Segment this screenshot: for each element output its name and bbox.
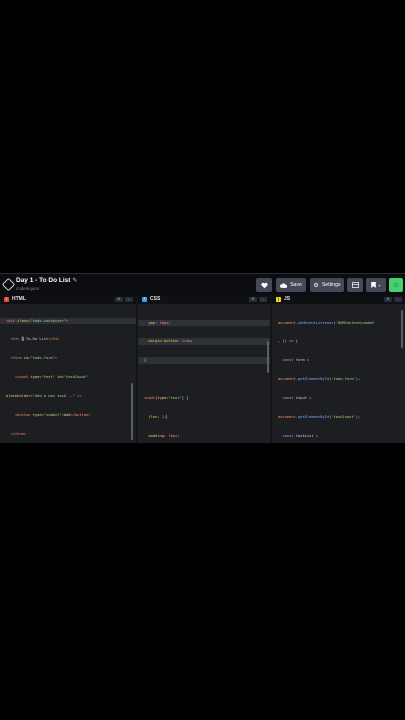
bookmark-icon [371, 282, 377, 288]
codepen-logo-icon[interactable] [1, 277, 16, 292]
code-line: input[type="text"] { [144, 396, 189, 401]
code-line: <h1> ▒ To-Do List</h1> [10, 337, 60, 342]
code-line: padding: 10px; [148, 433, 180, 438]
chevron-down-icon[interactable]: ⌄ [259, 297, 267, 302]
js-panel[interactable]: (JS ⚙ ⌄ document.addEventListener('DOMCon… [272, 295, 405, 443]
html-editor[interactable]: <div class="todo-container"> <h1> ▒ To-D… [0, 305, 136, 443]
css-editor[interactable]: gap: 10px; margin-bottom: 1rem; } input[… [138, 307, 270, 443]
js-scrollbar[interactable] [401, 310, 403, 348]
save-label: Save [290, 282, 302, 288]
code-line: <div class="todo-container"> [0, 317, 136, 324]
css-panel-label: CSS [150, 296, 161, 302]
chevron-down-icon: ▾ [378, 282, 381, 288]
code-line: <form id="todo-form"> [10, 356, 58, 361]
html-panel-label: HTML [12, 296, 26, 302]
change-view-button[interactable] [347, 278, 363, 292]
css-icon: * [142, 296, 147, 302]
settings-gear-icon[interactable]: ⚙ [115, 297, 123, 302]
code-line: flex: 1;▏ [148, 415, 169, 420]
js-editor[interactable]: document.addEventListener('DOMContentLoa… [272, 307, 405, 443]
code-line: document.getElementById('taskInput'); [278, 415, 361, 420]
html-panel-header: / HTML ⚙ ⌄ [0, 295, 136, 304]
html-panel[interactable]: / HTML ⚙ ⌄ <div class="todo-container"> <h… [0, 295, 138, 443]
code-line: <input type="text" id="taskInput" [14, 375, 89, 380]
avatar-icon: ☺ [392, 281, 400, 289]
code-line: </form> [10, 431, 26, 436]
code-line: placeholder="Add a new task..." /> [6, 394, 82, 399]
settings-gear-icon[interactable]: ⚙ [249, 297, 257, 302]
bookmark-button[interactable]: ▾ [366, 278, 386, 292]
js-icon: ( [276, 296, 281, 302]
code-line: , () => { [278, 339, 298, 344]
layout-icon [351, 282, 359, 288]
settings-button[interactable]: ⚙ Settings [310, 278, 344, 292]
html-scrollbar[interactable] [131, 383, 133, 440]
settings-label: Settings [321, 282, 341, 288]
code-line: gap: 10px; [138, 319, 270, 326]
css-scrollbar[interactable] [267, 341, 269, 373]
code-line: const taskList = [282, 433, 318, 438]
code-line: const form = [282, 358, 310, 363]
top-bar: Day 1 - To Do List ✎ codeniques Save ⚙ Se… [0, 273, 405, 295]
settings-gear-icon[interactable]: ⚙ [384, 297, 392, 302]
chevron-down-icon[interactable]: ⌄ [394, 297, 402, 302]
css-panel[interactable]: * CSS ⚙ ⌄ gap: 10px; margin-bottom: 1rem; … [138, 295, 272, 443]
avatar[interactable]: ☺ [389, 278, 403, 292]
heart-button[interactable] [256, 278, 272, 292]
code-line: <button type="submit">Add</button> [14, 413, 91, 418]
code-line: const input = [282, 396, 312, 401]
heart-icon [260, 282, 268, 288]
gear-icon: ⚙ [313, 282, 319, 289]
save-button[interactable]: Save [276, 278, 306, 292]
codepen-editor: Day 1 - To Do List ✎ codeniques Save ⚙ Se… [0, 273, 405, 443]
code-line: document.getElementById('todo-form'); [278, 377, 361, 382]
js-panel-label: JS [284, 296, 291, 302]
chevron-down-icon[interactable]: ⌄ [125, 297, 133, 302]
author-name[interactable]: codeniques [16, 286, 39, 291]
pen-title[interactable]: Day 1 - To Do List ✎ [16, 277, 77, 284]
pencil-icon[interactable]: ✎ [72, 278, 77, 284]
code-line: } [138, 357, 270, 364]
code-line: document.addEventListener('DOMContentLoa… [278, 320, 376, 325]
css-panel-header: * CSS ⚙ ⌄ [138, 295, 270, 304]
js-panel-header: (JS ⚙ ⌄ [272, 295, 405, 304]
code-line: margin-bottom: 1rem; [138, 338, 270, 345]
cloud-icon [280, 282, 288, 288]
html-icon: / [4, 296, 9, 302]
